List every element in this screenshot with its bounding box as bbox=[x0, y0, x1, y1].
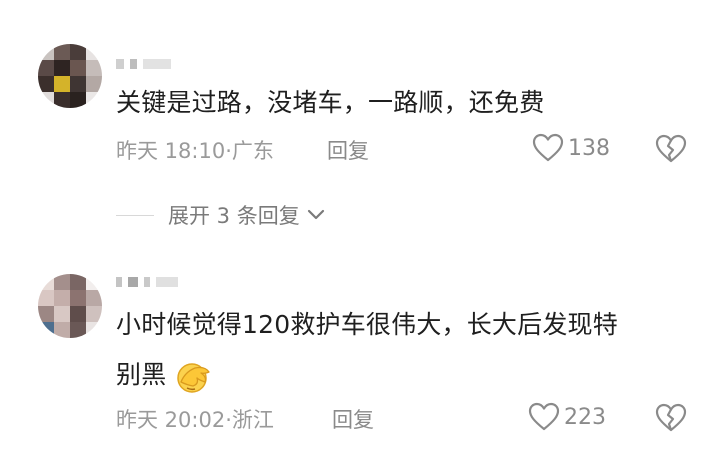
chevron-down-icon bbox=[307, 209, 324, 220]
meta-separator: · bbox=[225, 408, 232, 432]
comment-item: 关键是过路，没堵车，一路顺，还免费 昨天 18:10·广东 回复 138 展开 … bbox=[0, 0, 719, 250]
reply-button[interactable]: 回复 bbox=[327, 135, 369, 165]
like-count: 138 bbox=[568, 135, 610, 161]
like-button[interactable]: 138 bbox=[532, 133, 610, 163]
meta-separator: · bbox=[225, 139, 232, 163]
dislike-button[interactable] bbox=[655, 134, 687, 168]
username-redacted[interactable] bbox=[116, 56, 171, 72]
expand-replies-button[interactable]: 展开 3 条回复 bbox=[116, 200, 326, 230]
comment-meta: 昨天 20:02·浙江 bbox=[116, 404, 274, 434]
broken-heart-icon bbox=[655, 134, 687, 163]
facepalm-emoji bbox=[176, 363, 210, 393]
like-count: 223 bbox=[564, 404, 606, 430]
username-redacted[interactable] bbox=[116, 274, 178, 290]
comment-time: 昨天 20:02 bbox=[116, 408, 226, 432]
comment-text: 小时候觉得120救护车很伟大，长大后发现特 bbox=[116, 310, 618, 339]
comment-item: 小时候觉得120救护车很伟大，长大后发现特 别黑 昨天 20:02·浙江 回复 … bbox=[0, 250, 719, 455]
reply-button[interactable]: 回复 bbox=[332, 404, 374, 434]
broken-heart-icon bbox=[655, 403, 687, 432]
comment-location: 广东 bbox=[231, 139, 274, 163]
comment-text-line2: 别黑 bbox=[116, 354, 215, 396]
heart-icon bbox=[532, 133, 564, 162]
comment-location: 浙江 bbox=[231, 408, 274, 432]
avatar[interactable] bbox=[38, 274, 102, 338]
dislike-button[interactable] bbox=[655, 403, 687, 437]
like-button[interactable]: 223 bbox=[528, 402, 606, 432]
comment-meta: 昨天 18:10·广东 bbox=[116, 135, 274, 165]
expand-replies-label: 展开 3 条回复 bbox=[168, 204, 300, 228]
heart-icon bbox=[528, 402, 560, 431]
comment-text: 关键是过路，没堵车，一路顺，还免费 bbox=[116, 88, 545, 117]
comment-text-cont: 别黑 bbox=[116, 360, 167, 389]
comment-time: 昨天 18:10 bbox=[116, 139, 226, 163]
divider-line bbox=[116, 214, 154, 216]
avatar[interactable] bbox=[38, 44, 102, 108]
